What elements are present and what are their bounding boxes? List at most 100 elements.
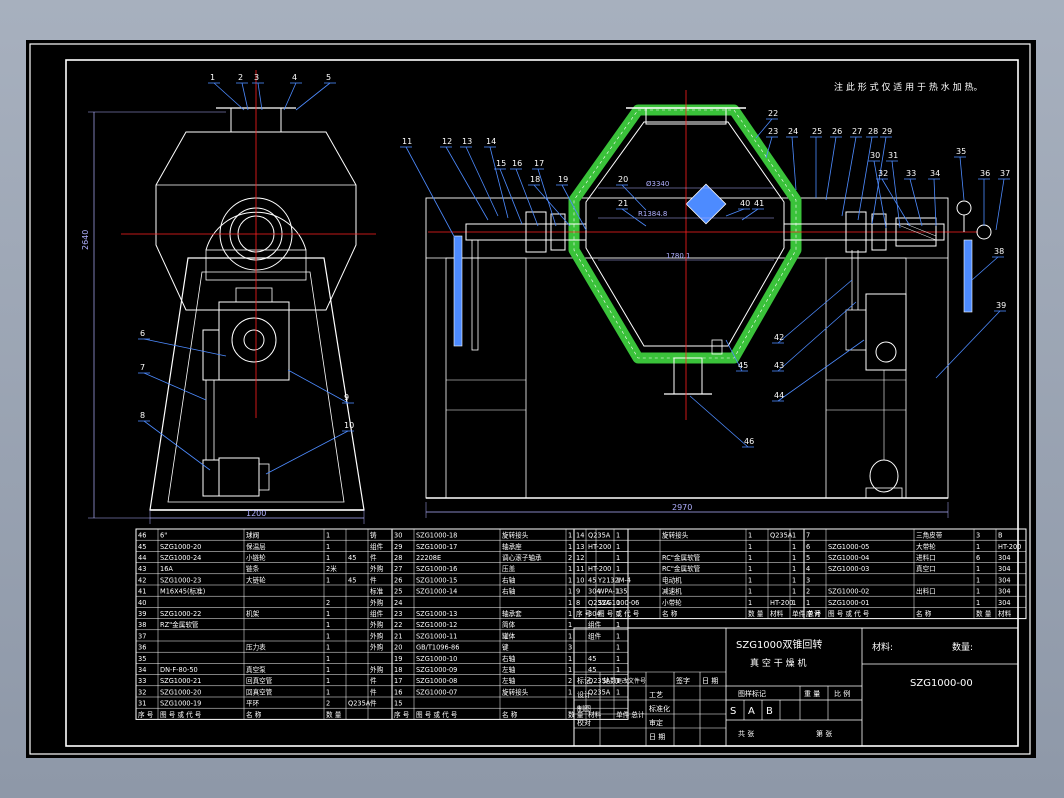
leader-line-5 xyxy=(295,82,331,111)
balloon-28: 28 xyxy=(868,127,878,136)
leader-line-37 xyxy=(995,178,1005,231)
left-reducer xyxy=(218,301,290,381)
leader-line-8 xyxy=(143,420,211,471)
dim-inner-2: R1384.8 xyxy=(638,210,667,218)
dim-inner-3: 1780.1 xyxy=(666,252,691,260)
balloon-6: 6 xyxy=(140,329,145,338)
balloon-36: 36 xyxy=(980,169,990,178)
pressure-gauge-top xyxy=(956,200,972,216)
balloon-25: 25 xyxy=(812,127,822,136)
dim-right-width: 2970 xyxy=(672,503,692,512)
hose-left xyxy=(453,235,463,347)
cad-viewport[interactable]: 1 2 3 4 5 6 7 8 9 10 11 12 13 14 15 16 17 18 19 20 21 22 23 24 2… xyxy=(0,0,1064,798)
balloon-12: 12 xyxy=(442,137,452,146)
vessel-jacket xyxy=(568,104,802,364)
top-note: 注 此 形 式 仅 适 用 于 热 水 加 热。 xyxy=(834,81,982,93)
balloon-8: 8 xyxy=(140,411,145,420)
balloon-21: 21 xyxy=(618,199,628,208)
leader-line-11 xyxy=(405,146,457,241)
right-view xyxy=(425,90,992,518)
leader-line-13 xyxy=(465,146,499,217)
leader-line-46 xyxy=(689,395,749,448)
balloon-34: 34 xyxy=(930,169,940,178)
leader-line-26 xyxy=(825,136,837,201)
leader-line-12 xyxy=(445,146,489,221)
balloon-46: 46 xyxy=(744,437,754,446)
balloon-39: 39 xyxy=(996,301,1006,310)
balloon-10: 10 xyxy=(344,421,354,430)
balloon-16: 16 xyxy=(512,159,522,168)
balloon-40: 40 xyxy=(740,199,750,208)
balloon-5: 5 xyxy=(326,73,331,82)
balloon-33: 33 xyxy=(906,169,916,178)
balloon-43: 43 xyxy=(774,361,784,370)
leader-line-7 xyxy=(143,372,207,401)
balloon-31: 31 xyxy=(888,151,898,160)
leader-line-17 xyxy=(537,168,557,227)
pressure-gauge-right xyxy=(976,224,992,240)
leader-line-41 xyxy=(741,208,759,221)
leader-line-4 xyxy=(283,82,297,111)
leader-line-24 xyxy=(791,136,797,191)
leader-lines xyxy=(138,82,1010,475)
engineering-drawing: 1 2 3 4 567891011 12 13 1415 16 1718 19 20212223 24 2… xyxy=(29,43,1031,755)
balloon-29: 29 xyxy=(882,127,892,136)
balloon-38: 38 xyxy=(994,247,1004,256)
left-pulley-lower xyxy=(202,459,220,497)
leader-line-10 xyxy=(265,430,349,475)
right-reducer xyxy=(865,293,907,371)
right-motor xyxy=(869,459,899,493)
leader-line-9 xyxy=(287,369,349,404)
balloon-22: 22 xyxy=(768,109,778,118)
balloon-42: 42 xyxy=(774,333,784,342)
leader-line-40 xyxy=(725,208,745,217)
leader-line-27 xyxy=(841,136,857,217)
balloon-7: 7 xyxy=(140,363,145,372)
balloon-32: 32 xyxy=(878,169,888,178)
leader-line-6 xyxy=(143,338,227,357)
balloon-11: 11 xyxy=(402,137,412,146)
balloon-27: 27 xyxy=(852,127,862,136)
left-motor xyxy=(218,457,260,497)
balloon-37: 37 xyxy=(1000,169,1010,178)
dim-left-width: 1200 xyxy=(246,509,266,518)
leader-line-2 xyxy=(241,82,249,111)
balloon-44: 44 xyxy=(774,391,784,400)
balloon-23: 23 xyxy=(768,127,778,136)
leader-line-3 xyxy=(257,82,263,111)
balloon-17: 17 xyxy=(534,159,544,168)
leader-line-33 xyxy=(909,178,923,227)
balloon-18: 18 xyxy=(530,175,540,184)
leader-line-34 xyxy=(933,178,937,227)
base-frame xyxy=(425,197,949,499)
balloon-9: 9 xyxy=(344,393,349,402)
hose-right xyxy=(963,239,973,313)
balloon-1: 1 xyxy=(210,73,215,82)
balloon-45: 45 xyxy=(738,361,748,370)
balloon-2: 2 xyxy=(238,73,243,82)
left-pulley-upper xyxy=(202,329,220,381)
leader-line-35 xyxy=(959,156,965,201)
dim-left-height: 2640 xyxy=(81,230,90,250)
leader-line-42 xyxy=(777,279,853,344)
balloon-26: 26 xyxy=(832,127,842,136)
balloon-19: 19 xyxy=(558,175,568,184)
balloon-14: 14 xyxy=(486,137,496,146)
drawing-canvas[interactable]: 1 2 3 4 5 6 7 8 9 10 11 12 13 14 15 16 17 18 19 20 21 22 23 24 2… xyxy=(26,40,1036,758)
leader-line-39 xyxy=(935,310,1001,379)
left-a-frame xyxy=(149,257,365,511)
dim-inner-1: Ø3340 xyxy=(646,180,669,188)
leader-line-43 xyxy=(777,301,857,372)
balloon-3: 3 xyxy=(254,73,259,82)
balloon-15: 15 xyxy=(496,159,506,168)
balloon-20: 20 xyxy=(618,175,628,184)
leader-line-18 xyxy=(533,184,571,227)
leader-line-44 xyxy=(777,339,865,402)
balloon-35: 35 xyxy=(956,147,966,156)
leader-line-15 xyxy=(499,168,523,225)
leader-line-38 xyxy=(971,256,999,281)
balloon-13: 13 xyxy=(462,137,472,146)
balloon-24: 24 xyxy=(788,127,798,136)
balloon-30: 30 xyxy=(870,151,880,160)
balloon-41: 41 xyxy=(754,199,764,208)
